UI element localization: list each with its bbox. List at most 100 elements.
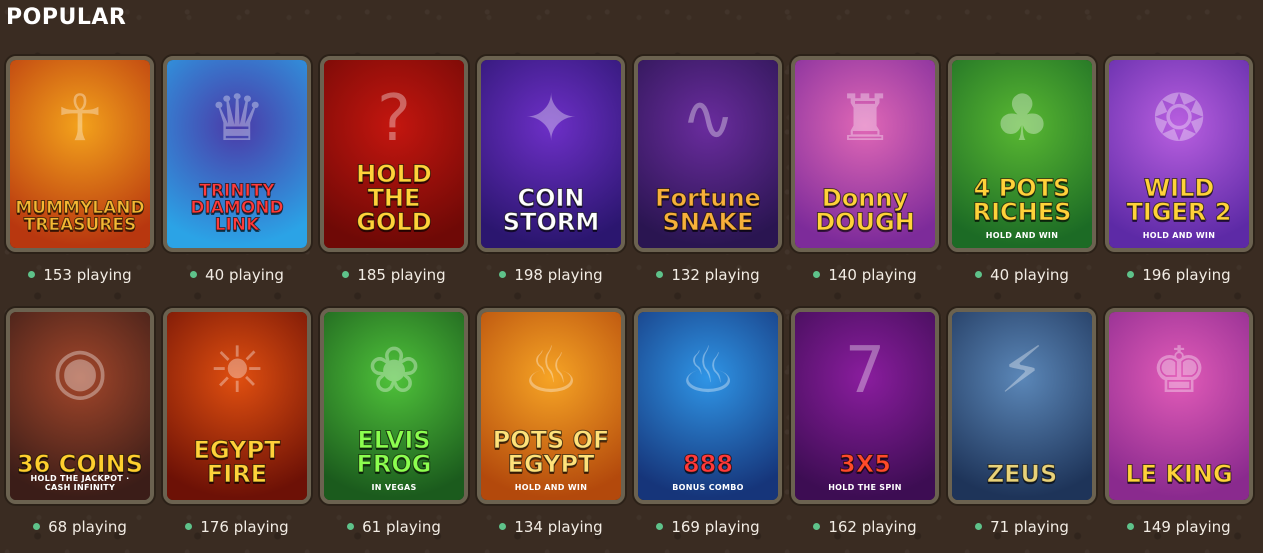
game-tile[interactable]: ✦ COIN STORM 198 playing	[477, 56, 625, 308]
online-dot-icon	[342, 271, 350, 278]
mummy-icon: ☥	[56, 82, 104, 156]
games-grid: ☥ MUMMYLAND TREASURES 153 playing ♛ TRINITY …	[6, 56, 1253, 553]
online-dot-icon	[813, 523, 821, 530]
game-thumbnail[interactable]: ♨ POTS OF EGYPT HOLD AND WIN	[477, 308, 625, 504]
game-thumbnail[interactable]: ∿ Fortune SNAKE	[634, 56, 782, 252]
game-tile[interactable]: ⚡ ZEUS 71 playing	[948, 308, 1096, 553]
game-tile[interactable]: ♚ LE KING 149 playing	[1105, 308, 1253, 553]
game-thumbnail[interactable]: ♣ 4 POTS RICHES HOLD AND WIN	[948, 56, 1096, 252]
raccoon-icon: ♚	[1150, 334, 1208, 408]
players-count: 40 playing	[948, 266, 1096, 284]
online-dot-icon	[656, 271, 664, 278]
seven-icon: 7	[844, 334, 886, 408]
game-subtitle: IN VEGAS	[371, 483, 417, 492]
game-tile[interactable]: ☥ MUMMYLAND TREASURES 153 playing	[6, 56, 154, 308]
players-count-label: 71 playing	[990, 518, 1069, 536]
players-count-label: 40 playing	[990, 266, 1069, 284]
players-count-label: 149 playing	[1142, 518, 1231, 536]
game-title: Fortune SNAKE	[655, 184, 762, 236]
game-title: ELVIS FROG	[356, 426, 432, 478]
game-thumbnail[interactable]: ♛ TRINITY DIAMOND LINK	[163, 56, 311, 252]
online-dot-icon	[28, 271, 36, 278]
online-dot-icon	[1127, 523, 1135, 530]
snake-icon: ∿	[681, 82, 735, 156]
online-dot-icon	[33, 523, 41, 530]
players-count-label: 162 playing	[828, 518, 917, 536]
players-count: 68 playing	[6, 518, 154, 536]
game-thumbnail[interactable]: ♨ 888 BONUS COMBO	[634, 308, 782, 504]
game-title: 4 POTS RICHES	[972, 174, 1072, 226]
game-thumbnail[interactable]: ⚡ ZEUS	[948, 308, 1096, 504]
players-count-label: 132 playing	[671, 266, 760, 284]
game-tile[interactable]: ♣ 4 POTS RICHES HOLD AND WIN 40 playing	[948, 56, 1096, 308]
game-thumbnail[interactable]: ✦ COIN STORM	[477, 56, 625, 252]
players-count: 196 playing	[1105, 266, 1253, 284]
game-thumbnail[interactable]: 7 3X5 HOLD THE SPIN	[791, 308, 939, 504]
game-tile[interactable]: ◉ 36 COINS HOLD THE JACKPOT · CASH INFINIT…	[6, 308, 154, 553]
game-subtitle: HOLD THE SPIN	[828, 483, 902, 492]
game-title: LE KING	[1125, 460, 1233, 488]
game-title: 36 COINS	[16, 450, 144, 478]
game-subtitle: HOLD AND WIN	[1142, 231, 1216, 240]
frog-icon: ❀	[367, 334, 421, 408]
section-title-popular: POPULAR	[6, 5, 127, 30]
players-count-label: 140 playing	[828, 266, 917, 284]
game-title: TRINITY DIAMOND LINK	[190, 181, 284, 235]
players-count-label: 176 playing	[200, 518, 289, 536]
game-tile[interactable]: ? HOLD THE GOLD 185 playing	[320, 56, 468, 308]
game-title: WILD TIGER 2	[1126, 174, 1232, 226]
game-title: POTS OF EGYPT	[492, 426, 610, 478]
game-thumbnail[interactable]: ☀ EGYPT FIRE	[163, 308, 311, 504]
pot-icon: ♨	[522, 334, 580, 408]
game-tile[interactable]: ♛ TRINITY DIAMOND LINK 40 playing	[163, 56, 311, 308]
game-tile[interactable]: ❂ WILD TIGER 2 HOLD AND WIN 196 playing	[1105, 56, 1253, 308]
players-count: 134 playing	[477, 518, 625, 536]
players-count-label: 198 playing	[514, 266, 603, 284]
players-count: 61 playing	[320, 518, 468, 536]
game-title: Donny DOUGH	[815, 184, 916, 236]
game-tile[interactable]: ♜ Donny DOUGH 140 playing	[791, 56, 939, 308]
online-dot-icon	[975, 271, 983, 278]
pot-icon: ♨	[679, 334, 737, 408]
game-title: 3X5	[839, 450, 892, 478]
game-thumbnail[interactable]: ☥ MUMMYLAND TREASURES	[6, 56, 154, 252]
question-coin-icon: ?	[377, 82, 411, 156]
online-dot-icon	[975, 523, 983, 530]
game-thumbnail[interactable]: ◉ 36 COINS HOLD THE JACKPOT · CASH INFINIT…	[6, 308, 154, 504]
game-tile[interactable]: ♨ POTS OF EGYPT HOLD AND WIN 134 playing	[477, 308, 625, 553]
players-count: 185 playing	[320, 266, 468, 284]
online-dot-icon	[347, 523, 355, 530]
game-thumbnail[interactable]: ♚ LE KING	[1105, 308, 1253, 504]
game-title: ZEUS	[986, 460, 1058, 488]
players-count: 162 playing	[791, 518, 939, 536]
game-title: HOLD THE GOLD	[356, 160, 433, 236]
players-count-label: 196 playing	[1142, 266, 1231, 284]
game-tile[interactable]: ∿ Fortune SNAKE 132 playing	[634, 56, 782, 308]
players-count: 176 playing	[163, 518, 311, 536]
game-tile[interactable]: ☀ EGYPT FIRE 176 playing	[163, 308, 311, 553]
game-thumbnail[interactable]: ❂ WILD TIGER 2 HOLD AND WIN	[1105, 56, 1253, 252]
players-count-label: 40 playing	[205, 266, 284, 284]
online-dot-icon	[499, 523, 507, 530]
players-count: 149 playing	[1105, 518, 1253, 536]
zeus-icon: ⚡	[999, 334, 1045, 408]
players-count: 132 playing	[634, 266, 782, 284]
game-tile[interactable]: 7 3X5 HOLD THE SPIN 162 playing	[791, 308, 939, 553]
game-thumbnail[interactable]: ♜ Donny DOUGH	[791, 56, 939, 252]
players-count: 71 playing	[948, 518, 1096, 536]
players-count-label: 134 playing	[514, 518, 603, 536]
coin-icon: ◉	[52, 334, 108, 408]
game-tile[interactable]: ♨ 888 BONUS COMBO 169 playing	[634, 308, 782, 553]
game-subtitle: HOLD AND WIN	[985, 231, 1059, 240]
tophat-icon: ♜	[836, 82, 894, 156]
game-subtitle: BONUS COMBO	[672, 483, 744, 492]
players-count-label: 61 playing	[362, 518, 441, 536]
players-count: 153 playing	[6, 266, 154, 284]
online-dot-icon	[813, 271, 821, 278]
game-thumbnail[interactable]: ? HOLD THE GOLD	[320, 56, 468, 252]
game-thumbnail[interactable]: ❀ ELVIS FROG IN VEGAS	[320, 308, 468, 504]
players-count-label: 153 playing	[43, 266, 132, 284]
game-tile[interactable]: ❀ ELVIS FROG IN VEGAS 61 playing	[320, 308, 468, 553]
game-subtitle: HOLD THE JACKPOT · CASH INFINITY	[30, 474, 130, 492]
game-subtitle: HOLD AND WIN	[514, 483, 588, 492]
